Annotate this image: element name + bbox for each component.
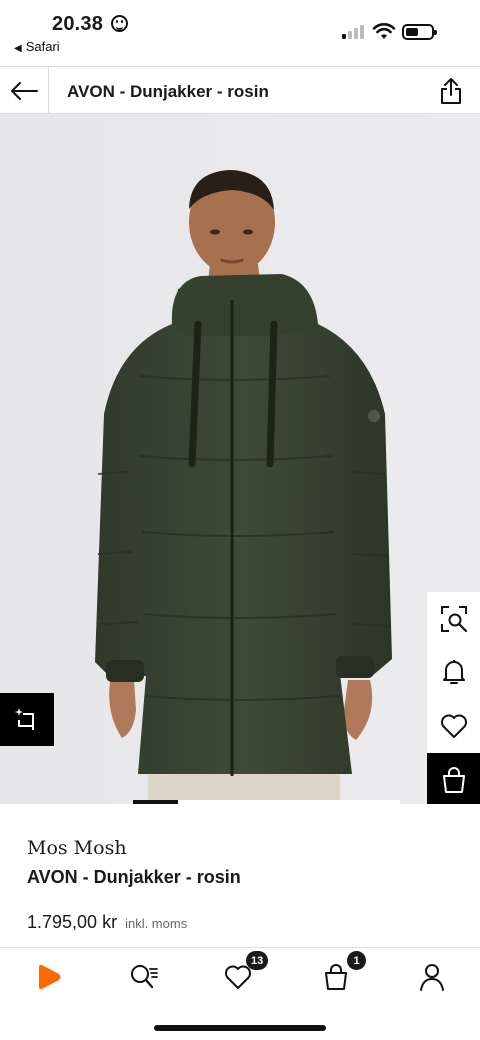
tab-profile[interactable] xyxy=(412,960,452,994)
heart-icon xyxy=(440,714,467,738)
home-indicator xyxy=(154,1025,326,1031)
product-page: 20.38 ◀Safari AVON - Dunjakker - rosin xyxy=(0,0,480,1040)
product-price: 1.795,00 kr inkl. moms xyxy=(27,912,187,933)
cart-count-badge: 1 xyxy=(347,951,366,970)
carousel-track xyxy=(178,800,400,804)
share-icon[interactable] xyxy=(439,77,463,105)
page-title: AVON - Dunjakker - rosin xyxy=(67,82,269,101)
tab-search[interactable] xyxy=(124,960,164,994)
similar-search-button[interactable] xyxy=(427,592,480,645)
battery-icon xyxy=(402,24,437,40)
product-image-carousel[interactable] xyxy=(0,114,480,804)
vat-note: inkl. moms xyxy=(125,916,188,931)
carousel-indicator xyxy=(133,800,178,804)
arrow-left-icon xyxy=(11,81,38,100)
virtual-try-on-button[interactable] xyxy=(0,693,54,746)
notify-button[interactable] xyxy=(427,645,480,698)
price-value: 1.795,00 kr xyxy=(27,912,118,932)
product-action-panel xyxy=(427,592,480,804)
bell-icon xyxy=(442,659,465,684)
cellular-signal-icon xyxy=(342,25,366,39)
shopping-bag-icon xyxy=(442,766,465,793)
product-name: AVON - Dunjakker - rosin xyxy=(27,867,241,887)
add-to-bag-button[interactable] xyxy=(427,753,480,804)
wifi-icon xyxy=(372,23,396,39)
back-button[interactable] xyxy=(0,67,49,114)
bottom-tab-bar: 13 1 xyxy=(0,947,480,1040)
back-app-label: Safari xyxy=(25,39,60,54)
product-photo xyxy=(0,114,480,804)
wishlist-icon xyxy=(225,965,251,989)
smiley-icon xyxy=(111,15,128,32)
profile-icon xyxy=(420,964,444,991)
tab-home[interactable] xyxy=(28,960,68,994)
status-time: 20.38 xyxy=(52,13,104,35)
back-to-app-link[interactable]: ◀ Safari xyxy=(14,39,60,54)
wishlist-count-badge: 13 xyxy=(246,951,269,970)
cart-icon xyxy=(325,964,347,990)
home-icon xyxy=(39,964,61,990)
status-bar: 20.38 ◀ Safari xyxy=(0,0,480,66)
product-brand[interactable]: Mos Mosh xyxy=(27,837,127,859)
try-on-icon xyxy=(15,707,34,730)
search-icon xyxy=(131,965,158,989)
wishlist-add-button[interactable] xyxy=(427,699,480,752)
similar-search-icon xyxy=(440,605,467,632)
product-header: AVON - Dunjakker - rosin xyxy=(0,66,480,114)
